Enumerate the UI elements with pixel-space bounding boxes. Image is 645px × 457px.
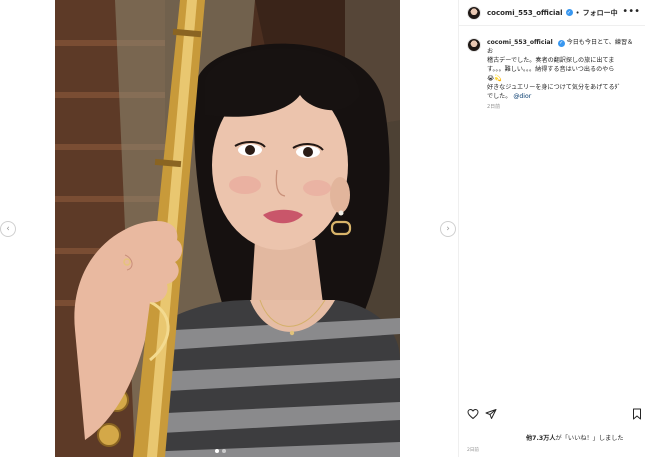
portrait-image (55, 0, 400, 457)
caption-line: 稽古デーでした。奏者の翻訳探しの旅に出てま (487, 57, 615, 64)
bookmark-icon[interactable] (631, 408, 643, 420)
avatar[interactable] (467, 5, 481, 20)
caption-age: 2日前 (487, 104, 501, 110)
likes-count[interactable]: 他7.3万人が「いいね！」しました (526, 433, 624, 442)
chevron-right-icon: › (446, 224, 450, 234)
mention-link[interactable]: @dior (513, 93, 531, 100)
likes-suffix: が「いいね！」しました (555, 435, 624, 442)
more-options-button[interactable]: ••• (622, 6, 640, 17)
follow-button[interactable]: フォロー中 (583, 8, 618, 18)
username-link[interactable]: cocomi_553_official (487, 9, 563, 17)
caption-text: cocomi_553_official ✓ 今日も今日とて、練習＆お 稽古デーで… (487, 38, 637, 101)
caption-line: す。。。難しい。。。納得する音はいつ出るのやら (487, 66, 615, 73)
caption-block: cocomi_553_official ✓ 今日も今日とて、練習＆お 稽古デーで… (467, 38, 639, 101)
carousel-next-button[interactable]: › (440, 221, 456, 237)
caption-line: 😭💫 (487, 75, 502, 82)
separator: • (575, 8, 580, 17)
caption-line: でした。 (487, 93, 512, 100)
carousel-prev-button[interactable]: ‹ (0, 221, 16, 237)
carousel-indicator (215, 449, 226, 453)
likes-number[interactable]: 他7.3万人 (526, 435, 556, 442)
send-icon[interactable] (485, 408, 497, 420)
verified-badge-icon: ✓ (565, 9, 573, 16)
post-date: 2日前 (467, 448, 479, 453)
carousel-dot (222, 449, 226, 453)
action-bar (467, 408, 642, 422)
chevron-left-icon: ‹ (6, 224, 10, 234)
caption-line: 好きなジュエリーを身につけて気分をあげてるﾀﾞ (487, 84, 621, 91)
caption-avatar[interactable] (467, 38, 481, 52)
post-header: cocomi_553_official ✓ • フォロー中 ••• (459, 0, 645, 26)
verified-badge-icon: ✓ (557, 40, 565, 47)
caption-username[interactable]: cocomi_553_official (487, 39, 553, 46)
post-photo[interactable] (55, 0, 400, 457)
carousel-dot (215, 449, 219, 453)
heart-icon[interactable] (467, 408, 479, 420)
post-side-panel: cocomi_553_official ✓ • フォロー中 ••• cocomi… (458, 0, 645, 457)
